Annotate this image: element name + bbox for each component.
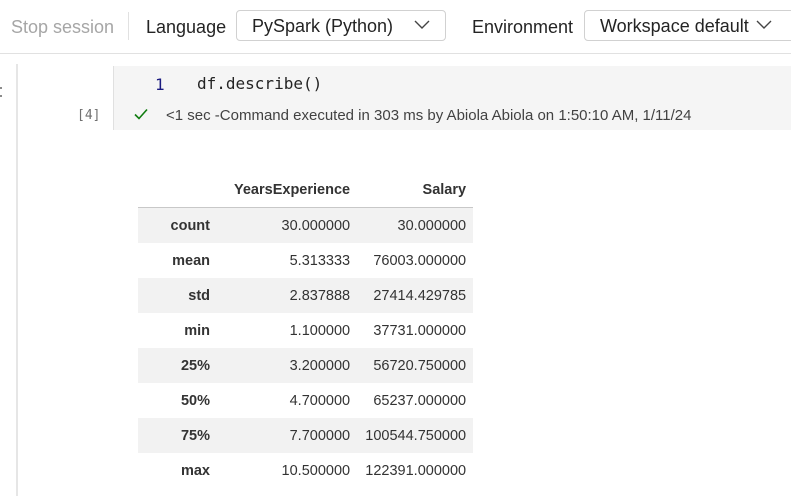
row-label: mean (172, 252, 210, 269)
row-label: std (188, 287, 210, 304)
collapse-marker-icon[interactable] (0, 86, 4, 98)
toolbar-divider (128, 12, 129, 40)
table-cell: 2.837888 (289, 287, 351, 304)
table-cell: 10.500000 (281, 462, 351, 479)
notebook-toolbar: Stop session Language PySpark (Python) E… (0, 0, 791, 54)
checkmark-icon (134, 108, 148, 120)
row-label: 25% (180, 357, 210, 374)
execution-count: [4] (77, 108, 101, 123)
execution-status: <1 sec -Command executed in 303 ms by Ab… (166, 107, 692, 124)
table-row: 50% 4.700000 65237.000000 (138, 383, 473, 418)
cell-gutter (16, 64, 18, 496)
row-label: 75% (180, 427, 210, 444)
table-row: count 30.000000 30.000000 (138, 207, 474, 243)
line-number: 1 (155, 75, 165, 94)
language-dropdown-value: PySpark (Python) (252, 16, 394, 36)
table-row: min 1.100000 37731.000000 (138, 313, 473, 348)
table-header-row: YearsExperience Salary (138, 172, 474, 208)
table-cell: 122391.000000 (365, 462, 467, 479)
code-editor-line[interactable]: df.describe() (197, 74, 322, 93)
stop-session-button[interactable]: Stop session (11, 16, 114, 38)
column-header: Salary (350, 172, 474, 208)
environment-dropdown[interactable]: Workspace default (584, 10, 791, 41)
table-cell: 65237.000000 (373, 392, 467, 409)
row-label: count (170, 217, 210, 234)
environment-dropdown-value: Workspace default (600, 16, 749, 36)
table-cell: 27414.429785 (373, 287, 467, 304)
table-cell: 56720.750000 (373, 357, 467, 374)
column-header: YearsExperience (234, 172, 351, 208)
table-row: 25% 3.200000 56720.750000 (138, 348, 474, 383)
table-cell: 3.200000 (289, 357, 351, 374)
chevron-down-icon (414, 20, 430, 29)
language-label: Language (146, 17, 227, 37)
table-row: max 10.500000 122391.000000 (138, 453, 473, 488)
table-cell: 1.100000 (289, 322, 351, 339)
row-label: min (184, 322, 210, 339)
table-cell: 30.000000 (281, 217, 351, 234)
table-cell: 4.700000 (289, 392, 351, 409)
table-cell: 5.313333 (289, 252, 351, 269)
table-cell: 30.000000 (397, 217, 467, 234)
describe-output-table: YearsExperience Salary count 30.000000 3… (138, 172, 474, 488)
table-cell: 7.700000 (289, 427, 351, 444)
table-cell: 37731.000000 (373, 322, 467, 339)
table-cell: 76003.000000 (373, 252, 467, 269)
environment-label: Environment (472, 17, 574, 37)
chevron-down-icon (756, 20, 772, 29)
row-label: max (180, 462, 210, 479)
table-row: mean 5.313333 76003.000000 (138, 243, 473, 278)
table-cell: 100544.750000 (365, 427, 467, 444)
row-label: 50% (180, 392, 210, 409)
language-dropdown[interactable]: PySpark (Python) (236, 10, 446, 41)
column-header (138, 172, 234, 208)
table-row: 75% 7.700000 100544.750000 (138, 418, 474, 453)
table-row: std 2.837888 27414.429785 (138, 278, 474, 313)
